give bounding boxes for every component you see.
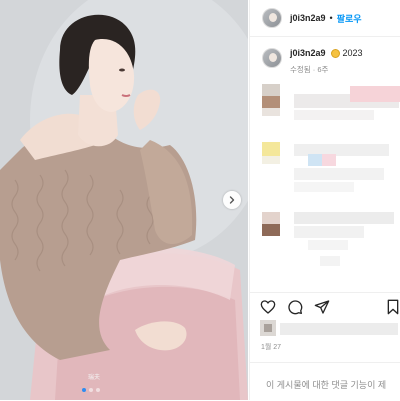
comment-text xyxy=(294,226,364,238)
comment-text xyxy=(320,256,340,266)
follow-button[interactable]: 팔로우 xyxy=(337,12,362,25)
liker-avatar xyxy=(260,320,276,336)
username-link[interactable]: j0i3n2a9 xyxy=(290,13,326,23)
paper-plane-icon[interactable] xyxy=(314,299,330,315)
comment-text xyxy=(322,154,336,166)
comment-avatar xyxy=(262,108,280,116)
photo-watermark: 瑞夫 xyxy=(88,375,101,381)
post-photo[interactable]: 瑞夫 xyxy=(0,0,248,400)
comment-text xyxy=(308,154,322,166)
comment-avatar[interactable] xyxy=(262,96,280,108)
chevron-right-icon xyxy=(229,196,235,204)
carousel-dot xyxy=(82,388,86,392)
carousel-dot xyxy=(89,388,93,392)
caption-text: 2023 xyxy=(342,48,363,58)
post-panel: j0i3n2a9 • 팔로우 j0i3n2a9 2023 수정됨 · 6주 1월… xyxy=(249,0,400,400)
comment-text xyxy=(294,212,394,224)
caption: j0i3n2a9 2023 수정됨 · 6주 xyxy=(262,48,363,75)
avatar[interactable] xyxy=(262,8,282,28)
comments-disabled-text: 이 게시물에 대한 댓글 기능이 제 xyxy=(266,380,387,390)
separator-dot: • xyxy=(329,13,333,23)
comment-text xyxy=(294,168,384,180)
carousel-indicator xyxy=(82,388,100,392)
caption-username-link[interactable]: j0i3n2a9 xyxy=(290,48,326,58)
comment-avatar[interactable] xyxy=(262,212,280,224)
portrait-illustration xyxy=(0,0,248,400)
comment-avatar[interactable] xyxy=(262,224,280,236)
action-bar xyxy=(250,292,400,319)
carousel-dot xyxy=(96,388,100,392)
bookmark-icon[interactable] xyxy=(386,299,400,315)
post-date: 1월 27 xyxy=(261,344,282,351)
comment-avatar[interactable] xyxy=(262,84,280,96)
comments-list xyxy=(250,84,400,284)
edited-meta: 수정됨 · 6주 xyxy=(290,65,329,74)
next-photo-button[interactable] xyxy=(223,191,241,209)
comment-text xyxy=(350,86,400,102)
emoji-icon xyxy=(330,48,340,58)
comment-text xyxy=(294,110,374,120)
comment-text xyxy=(294,182,354,192)
likes-text xyxy=(280,323,398,335)
comment-avatar[interactable] xyxy=(262,142,280,156)
heart-icon[interactable] xyxy=(260,299,276,315)
post-header: j0i3n2a9 • 팔로우 xyxy=(250,0,400,37)
comment-icon[interactable] xyxy=(287,299,303,315)
comments-disabled-bar: 이 게시물에 대한 댓글 기능이 제 xyxy=(250,362,400,401)
comment-text xyxy=(308,240,348,250)
comment-avatar xyxy=(262,156,280,164)
caption-avatar[interactable] xyxy=(262,48,282,68)
